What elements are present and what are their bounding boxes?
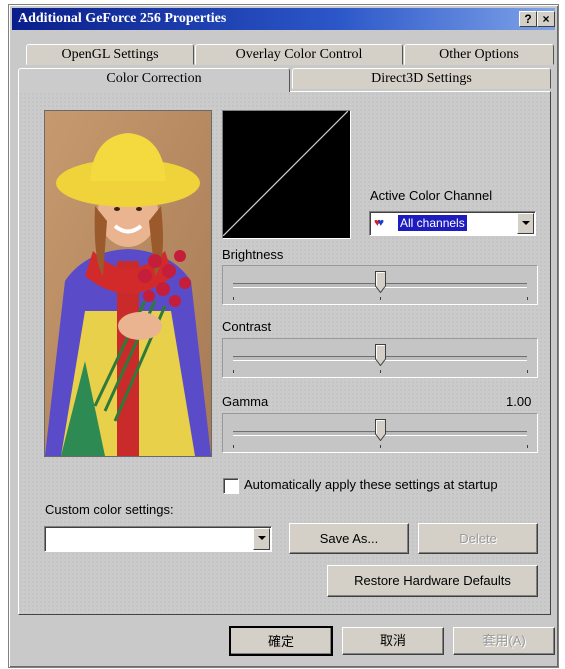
- slider-thumb[interactable]: [375, 419, 386, 441]
- auto-apply-checkbox[interactable]: [223, 478, 239, 494]
- cancel-button[interactable]: 取消: [342, 627, 444, 655]
- contrast-label: Contrast: [222, 319, 272, 334]
- save-as-button[interactable]: Save As...: [289, 523, 409, 554]
- help-button[interactable]: ?: [519, 11, 537, 27]
- rgb-hearts-icon: ♥♥: [374, 217, 385, 229]
- slider-tick: [233, 370, 234, 373]
- auto-apply-label: Automatically apply these settings at st…: [244, 477, 498, 492]
- tab-opengl-settings[interactable]: OpenGL Settings: [26, 44, 194, 65]
- slider-thumb[interactable]: [375, 271, 386, 293]
- slider-tick: [527, 445, 528, 448]
- chevron-down-icon[interactable]: [517, 213, 534, 234]
- ok-label: 確定: [267, 634, 294, 649]
- restore-defaults-button[interactable]: Restore Hardware Defaults: [327, 565, 538, 597]
- slider-tick: [380, 370, 381, 373]
- tab-color-correction[interactable]: Color Correction: [18, 68, 290, 92]
- cancel-label: 取消: [379, 633, 406, 648]
- color-curve-display: [222, 110, 351, 239]
- channel-dropdown[interactable]: ♥♥ All channels: [369, 211, 536, 236]
- channel-value: All channels: [398, 215, 467, 231]
- slider-tick: [527, 370, 528, 373]
- chevron-down-icon[interactable]: [253, 528, 270, 550]
- title-bar: Additional GeForce 256 Properties ? ×: [12, 8, 555, 30]
- gamma-value: 1.00: [506, 394, 532, 409]
- preview-image: [44, 110, 212, 457]
- brightness-label: Brightness: [222, 247, 284, 262]
- apply-label: 套用(A): [482, 633, 526, 648]
- slider-tick: [380, 297, 381, 300]
- active-channel-label: Active Color Channel: [370, 188, 493, 203]
- apply-button[interactable]: 套用(A): [453, 627, 555, 655]
- delete-label: Delete: [459, 531, 497, 546]
- tab-other-options[interactable]: Other Options: [404, 44, 554, 65]
- window-title: Additional GeForce 256 Properties: [18, 11, 227, 26]
- slider-tick: [380, 445, 381, 448]
- save-as-label: Save As...: [319, 531, 379, 546]
- tab-direct3d-settings[interactable]: Direct3D Settings: [292, 68, 551, 89]
- gamma-slider[interactable]: [222, 413, 538, 453]
- restore-defaults-label: Restore Hardware Defaults: [354, 573, 511, 588]
- slider-tick: [233, 445, 234, 448]
- slider-tick: [233, 297, 234, 300]
- custom-color-label: Custom color settings:: [45, 502, 174, 517]
- brightness-slider[interactable]: [222, 265, 538, 305]
- gamma-label: Gamma: [222, 394, 269, 409]
- slider-thumb[interactable]: [375, 344, 386, 366]
- close-button[interactable]: ×: [537, 11, 555, 27]
- tab-overlay-color-control[interactable]: Overlay Color Control: [195, 44, 403, 65]
- contrast-slider[interactable]: [222, 338, 538, 378]
- custom-color-dropdown[interactable]: [44, 526, 272, 552]
- slider-tick: [527, 297, 528, 300]
- delete-button[interactable]: Delete: [418, 523, 538, 554]
- ok-button[interactable]: 確定: [229, 626, 333, 656]
